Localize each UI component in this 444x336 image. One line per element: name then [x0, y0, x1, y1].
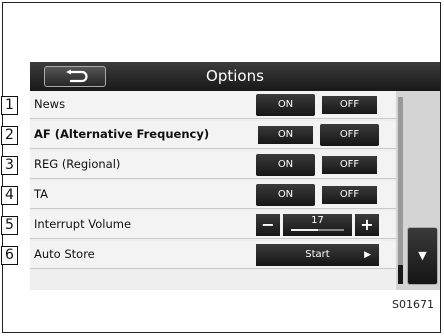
scrollbar-thumb[interactable]	[398, 97, 403, 265]
af-off-button[interactable]: OFF	[320, 124, 379, 146]
callout-number: 6	[1, 246, 18, 265]
option-label: TA	[34, 187, 48, 201]
option-row-af: 2 AF (Alternative Frequency) ON OFF	[1, 121, 396, 149]
callout-number: 3	[1, 156, 18, 175]
option-row-reg: 3 REG (Regional) ON OFF	[1, 151, 396, 179]
ta-off-button[interactable]: OFF	[320, 184, 379, 206]
volume-level-bar	[291, 229, 344, 231]
option-label: REG (Regional)	[34, 157, 121, 171]
volume-value: 17	[311, 215, 324, 226]
news-off-button[interactable]: OFF	[320, 94, 379, 116]
option-row-news: 1 News ON OFF	[1, 91, 396, 119]
option-label: AF (Alternative Frequency)	[34, 127, 210, 141]
option-label: Interrupt Volume	[34, 217, 132, 231]
callout-number: 1	[1, 96, 18, 115]
reg-off-button[interactable]: OFF	[320, 154, 379, 176]
options-screen: Options 1 News ON OFF 2 AF (Alternative …	[1, 62, 440, 290]
ta-on-button[interactable]: ON	[256, 184, 315, 206]
figure-code: S01671	[392, 298, 434, 311]
option-label: Auto Store	[34, 247, 95, 261]
play-arrow-icon: ▶	[364, 250, 371, 260]
reg-on-button[interactable]: ON	[256, 154, 315, 176]
volume-decrease-button[interactable]: −	[256, 214, 280, 236]
option-label: News	[34, 97, 66, 111]
scroll-down-button[interactable]: ▼	[407, 227, 438, 285]
return-arrow-icon	[66, 69, 88, 83]
options-list: 1 News ON OFF 2 AF (Alternative Frequenc…	[1, 91, 396, 290]
down-arrow-icon: ▼	[418, 249, 427, 262]
volume-increase-button[interactable]: +	[355, 214, 379, 236]
callout-number: 2	[1, 126, 18, 145]
news-on-button[interactable]: ON	[256, 94, 315, 116]
callout-number: 5	[1, 216, 18, 235]
option-row-interrupt-volume: 5 Interrupt Volume − 17 +	[1, 211, 396, 239]
option-row-auto-store: 6 Auto Store Start ▶	[1, 241, 396, 269]
auto-store-start-button[interactable]: Start ▶	[256, 244, 379, 266]
option-row-ta: 4 TA ON OFF	[1, 181, 396, 209]
title-bar: Options	[30, 62, 440, 91]
start-label: Start	[305, 249, 330, 260]
volume-stepper: − 17 +	[256, 214, 379, 236]
scrollbar-track[interactable]	[398, 97, 403, 284]
volume-level-fill	[291, 229, 318, 231]
callout-number: 4	[1, 186, 18, 205]
page-title: Options	[206, 67, 264, 85]
volume-value-display: 17	[283, 214, 352, 236]
af-on-button[interactable]: ON	[256, 124, 315, 146]
scroll-area: ▼	[396, 91, 440, 290]
